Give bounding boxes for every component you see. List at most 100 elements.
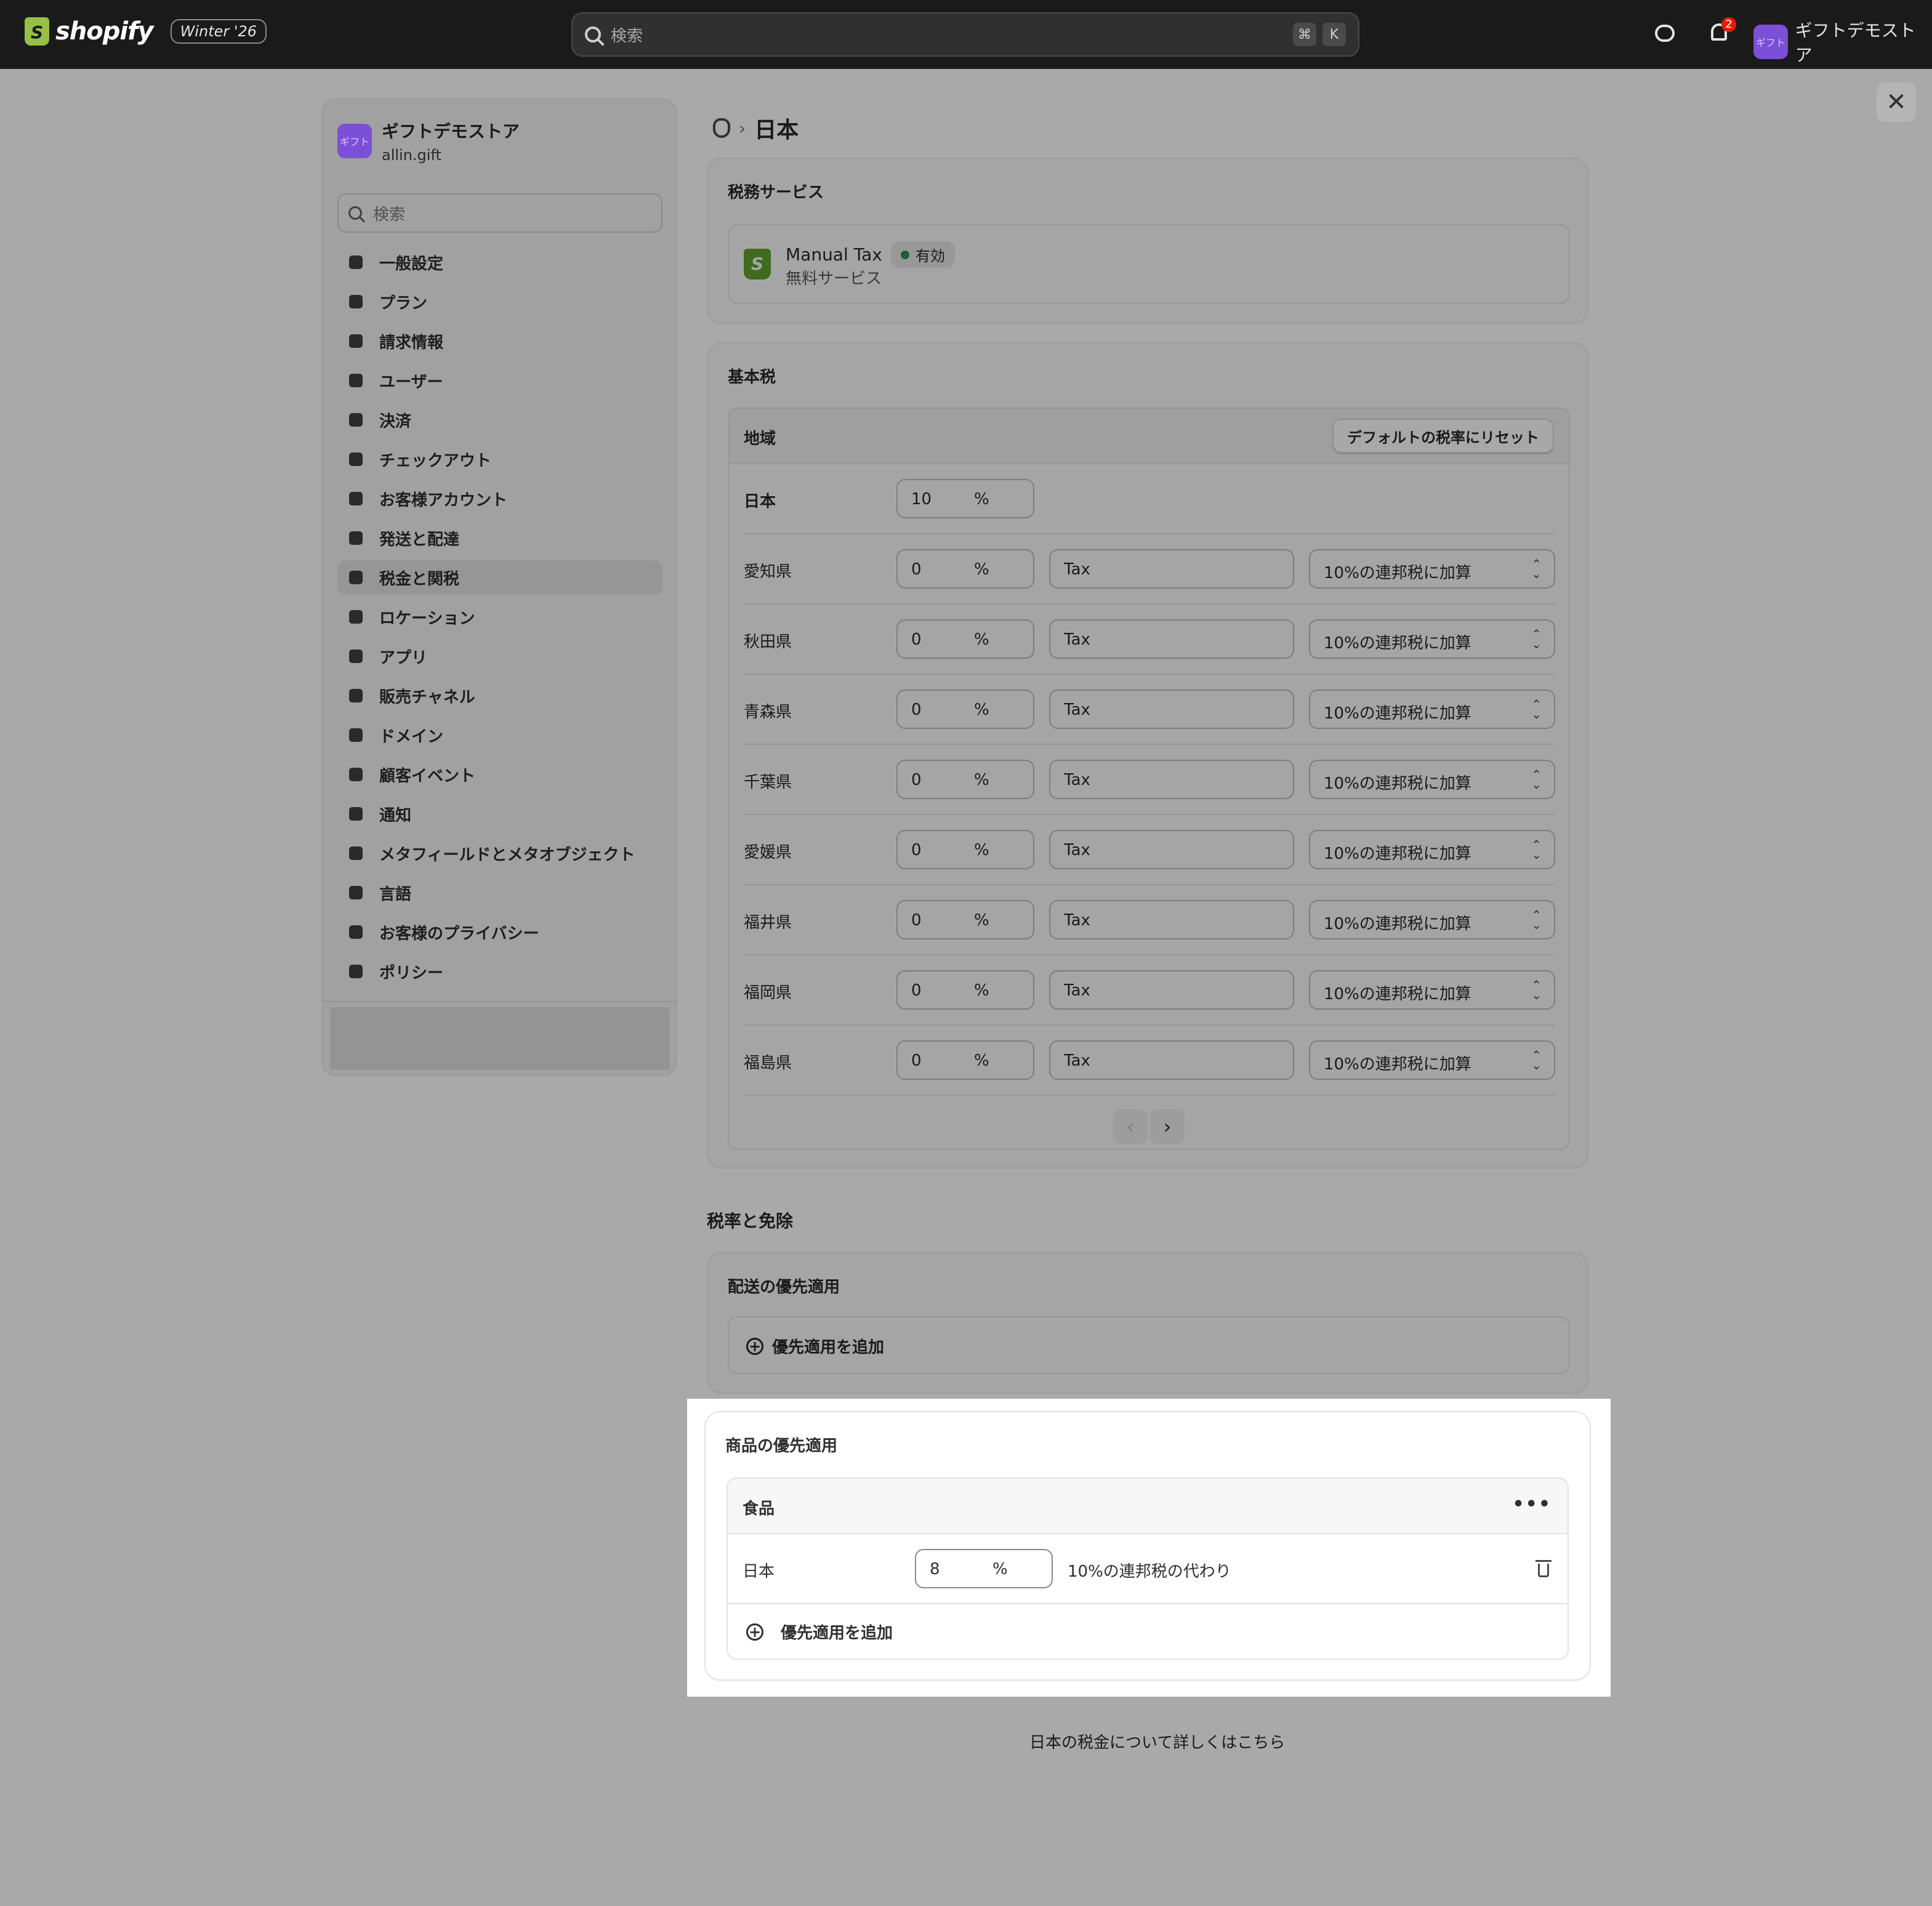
rate-input[interactable]: 0% bbox=[896, 830, 1034, 869]
policy-icon bbox=[347, 963, 364, 980]
tax-mode-select[interactable]: 10%の連邦税に加算 ⌃ ⌄ bbox=[1309, 1040, 1555, 1080]
rate-input[interactable]: 0% bbox=[896, 549, 1034, 589]
tax-mode-select[interactable]: 10%の連邦税に加算 ⌃ ⌄ bbox=[1309, 690, 1555, 729]
sidebar-item-taxes[interactable]: 税金と関税 bbox=[337, 560, 662, 595]
sidebar-item-policies[interactable]: ポリシー bbox=[337, 954, 662, 989]
rate-input[interactable]: 0% bbox=[896, 970, 1034, 1010]
store-menu[interactable]: ギフト ギフトデモストア bbox=[1753, 17, 1932, 66]
sidebar-item-label: 決済 bbox=[379, 412, 412, 431]
plus-circle-icon: + bbox=[746, 1337, 763, 1355]
sidebar-item-shipping[interactable]: 発送と配達 bbox=[337, 521, 662, 555]
rate-unit: % bbox=[974, 490, 989, 509]
tax-mode-select[interactable]: 10%の連邦税に加算 ⌃ ⌄ bbox=[1309, 830, 1555, 869]
sidebar-item-billing[interactable]: 請求情報 bbox=[337, 324, 662, 358]
select-chevron-icon: ⌃ ⌄ bbox=[1531, 697, 1542, 722]
learn-more-link[interactable]: 日本の税金について詳しくはこちら bbox=[1029, 1730, 1285, 1753]
region-name: 愛媛県 bbox=[744, 843, 792, 862]
tax-mode-select[interactable]: 10%の連邦税に加算 ⌃ ⌄ bbox=[1309, 970, 1555, 1010]
tax-service-item[interactable]: Manual Tax 有効 無料サービス bbox=[728, 224, 1570, 304]
sidebar-item-metafields[interactable]: メタフィールドとメタオブジェクト bbox=[337, 836, 662, 871]
sidebar-item-notifications[interactable]: 通知 bbox=[337, 797, 662, 831]
notifications-button[interactable]: 2 bbox=[1707, 17, 1736, 47]
table-header: 地域 デフォルトの税率にリセット bbox=[729, 409, 1569, 464]
region-name: 福岡県 bbox=[744, 984, 792, 1002]
sidebar-item-checkout[interactable]: チェックアウト bbox=[337, 442, 662, 476]
sidebar-item-plan[interactable]: プラン bbox=[337, 284, 662, 319]
table-row: 千葉県 0% Tax 10%の連邦税に加算 ⌃ ⌄ bbox=[744, 745, 1555, 815]
rate-input[interactable]: 0% bbox=[896, 619, 1034, 659]
table-row: 秋田県 0% Tax 10%の連邦税に加算 ⌃ ⌄ bbox=[744, 605, 1555, 675]
add-shipping-override-button[interactable]: + 優先適用を追加 bbox=[746, 1335, 884, 1357]
person-icon bbox=[347, 490, 364, 507]
rate-input[interactable]: 10% bbox=[896, 479, 1034, 518]
tax-name-input[interactable]: Tax bbox=[1049, 619, 1294, 659]
rate-input[interactable]: 0% bbox=[896, 760, 1034, 799]
rates-exemptions-heading: 税率と免除 bbox=[707, 1211, 794, 1231]
rate-input[interactable]: 0% bbox=[896, 1040, 1034, 1080]
tax-name-input[interactable]: Tax bbox=[1049, 690, 1294, 729]
tax-name-input[interactable]: Tax bbox=[1049, 760, 1294, 799]
domain-icon bbox=[347, 726, 364, 744]
incognito-icon[interactable] bbox=[1652, 22, 1677, 47]
override-rate-input[interactable]: 8% bbox=[915, 1549, 1053, 1588]
delete-icon[interactable] bbox=[1536, 1559, 1552, 1577]
sidebar-item-general[interactable]: 一般設定 bbox=[337, 245, 662, 279]
tax-name-input[interactable]: Tax bbox=[1049, 830, 1294, 869]
sidebar-item-apps[interactable]: アプリ bbox=[337, 639, 662, 674]
rate-value: 0 bbox=[911, 560, 922, 579]
shipping-override-box: + 優先適用を追加 bbox=[728, 1316, 1570, 1374]
rate-input[interactable]: 0% bbox=[896, 900, 1034, 939]
add-product-override-button[interactable]: + 優先適用を追加 bbox=[746, 1620, 893, 1643]
tax-icon[interactable] bbox=[713, 118, 730, 138]
sidebar-item-sales-channels[interactable]: 販売チャネル bbox=[337, 678, 662, 713]
store-avatar: ギフト bbox=[1753, 25, 1788, 59]
sidebar-item-privacy[interactable]: お客様のプライバシー bbox=[337, 915, 662, 949]
sidebar-item-payments[interactable]: 決済 bbox=[337, 403, 662, 437]
shopify-logo[interactable]: shopify Winter '26 bbox=[25, 17, 267, 46]
tax-mode-select[interactable]: 10%の連邦税に加算 ⌃ ⌄ bbox=[1309, 900, 1555, 939]
tax-name-input[interactable]: Tax bbox=[1049, 549, 1294, 589]
tax-mode-select[interactable]: 10%の連邦税に加算 ⌃ ⌄ bbox=[1309, 549, 1555, 589]
tax-mode-select[interactable]: 10%の連邦税に加算 ⌃ ⌄ bbox=[1309, 760, 1555, 799]
edition-badge: Winter '26 bbox=[170, 19, 267, 44]
tax-mode-select[interactable]: 10%の連邦税に加算 ⌃ ⌄ bbox=[1309, 619, 1555, 659]
add-override-label: 優先適用を追加 bbox=[781, 1624, 893, 1643]
sidebar-item-customer-accounts[interactable]: お客様アカウント bbox=[337, 481, 662, 516]
sidebar-item-languages[interactable]: 言語 bbox=[337, 875, 662, 910]
previous-page-button[interactable]: ‹ bbox=[1113, 1109, 1148, 1144]
metafields-icon bbox=[347, 845, 364, 862]
region-name: 秋田県 bbox=[744, 633, 792, 651]
breadcrumb: › 日本 bbox=[713, 112, 799, 144]
select-chevron-icon: ⌃ ⌄ bbox=[1531, 557, 1542, 581]
top-bar: shopify Winter '26 検索 ⌘ K 2 ギフト ギフトデモストア bbox=[0, 0, 1932, 69]
sidebar-item-users[interactable]: ユーザー bbox=[337, 363, 662, 398]
sidebar-item-label: メタフィールドとメタオブジェクト bbox=[379, 845, 635, 864]
rate-unit: % bbox=[974, 1052, 989, 1070]
status-label: 有効 bbox=[915, 247, 945, 265]
reset-default-rates-button[interactable]: デフォルトの税率にリセット bbox=[1332, 419, 1554, 453]
service-name: Manual Tax bbox=[786, 244, 882, 265]
rate-unit: % bbox=[974, 981, 989, 1000]
tax-mode-value: 10%の連邦税に加算 bbox=[1324, 564, 1471, 582]
sidebar-divider bbox=[323, 1001, 677, 1002]
more-actions-icon[interactable]: ••• bbox=[1512, 1494, 1552, 1515]
tax-name-input[interactable]: Tax bbox=[1049, 1040, 1294, 1080]
global-search[interactable]: 検索 ⌘ K bbox=[571, 12, 1359, 57]
sidebar-item-domains[interactable]: ドメイン bbox=[337, 718, 662, 752]
sidebar-item-label: ポリシー bbox=[379, 963, 444, 983]
select-chevron-icon: ⌃ ⌄ bbox=[1531, 837, 1542, 862]
tax-name-input[interactable]: Tax bbox=[1049, 900, 1294, 939]
settings-search-input[interactable]: 検索 bbox=[337, 193, 662, 233]
tax-name-input[interactable]: Tax bbox=[1049, 970, 1294, 1010]
sidebar-item-label: 顧客イベント bbox=[379, 766, 476, 786]
rate-value: 0 bbox=[911, 771, 922, 789]
next-page-button[interactable]: › bbox=[1150, 1109, 1185, 1144]
rate-unit: % bbox=[974, 841, 989, 859]
sidebar-item-locations[interactable]: ロケーション bbox=[337, 600, 662, 634]
plan-icon bbox=[347, 293, 364, 310]
close-settings-button[interactable]: ✕ bbox=[1877, 82, 1916, 122]
table-row: 福岡県 0% Tax 10%の連邦税に加算 ⌃ ⌄ bbox=[744, 955, 1555, 1026]
select-chevron-icon: ⌃ ⌄ bbox=[1531, 1048, 1542, 1072]
rate-input[interactable]: 0% bbox=[896, 690, 1034, 729]
sidebar-item-customer-events[interactable]: 顧客イベント bbox=[337, 757, 662, 792]
